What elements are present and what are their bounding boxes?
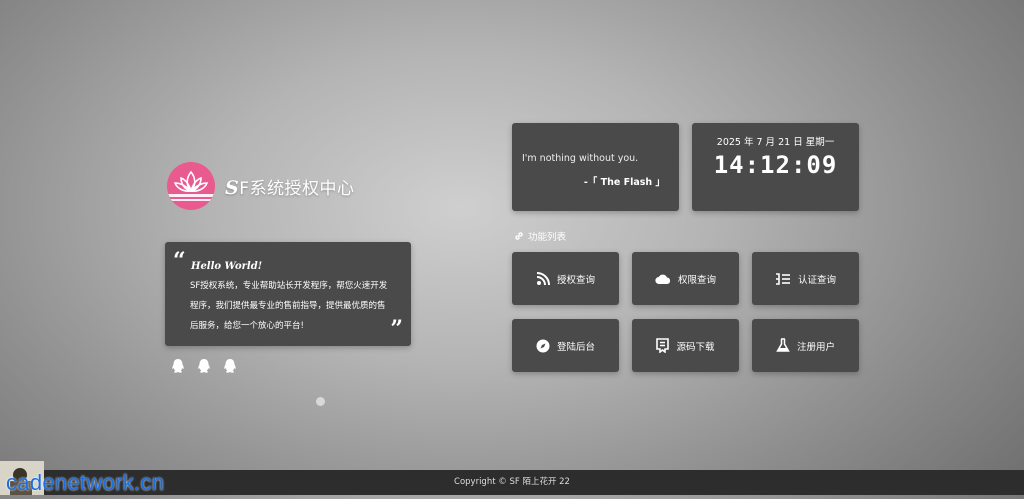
brand: SF系统授权中心 — [167, 162, 355, 210]
clock-card: 2025 年 7 月 21 日 星期一 14:12:09 — [692, 123, 859, 211]
title-prefix: S — [225, 176, 240, 199]
certification-query-button[interactable]: 认证查询 — [752, 252, 859, 305]
cloud-icon — [655, 274, 671, 284]
rss-icon — [536, 271, 550, 285]
motto-text: I'm nothing without you. — [522, 153, 639, 164]
section-title: 功能列表 — [514, 229, 566, 243]
title-rest: F系统授权中心 — [239, 178, 355, 199]
section-title-label: 功能列表 — [528, 232, 567, 243]
qq-icon[interactable] — [223, 358, 237, 374]
lotus-icon — [167, 162, 215, 210]
source-download-button[interactable]: 源码下载 — [632, 319, 739, 372]
admin-login-label: 登陆后台 — [556, 341, 595, 353]
list-icon — [775, 272, 790, 285]
open-quote-icon: “ — [173, 248, 186, 274]
social-links — [171, 358, 237, 374]
page-title: SF系统授权中心 — [225, 174, 355, 199]
permission-query-label: 权限查询 — [677, 274, 716, 286]
download-icon — [656, 338, 670, 353]
auth-query-button[interactable]: 授权查询 — [512, 252, 619, 305]
certification-query-label: 认证查询 — [797, 274, 836, 286]
motto-author: -「 The Flash 」 — [583, 177, 665, 188]
clock-date: 2025 年 7 月 21 日 星期一 — [716, 137, 835, 148]
hello-heading: Hello World! — [191, 261, 263, 272]
qq-icon[interactable] — [171, 358, 185, 374]
source-download-label: 源码下载 — [676, 341, 715, 353]
clock-time: 14:12:09 — [713, 151, 838, 179]
link-icon — [515, 232, 523, 240]
qq-icon[interactable] — [197, 358, 211, 374]
close-quote-icon: ” — [390, 316, 403, 342]
compass-icon — [536, 339, 550, 352]
auth-query-label: 授权查询 — [556, 274, 595, 286]
permission-query-button[interactable]: 权限查询 — [632, 252, 739, 305]
motto-card: I'm nothing without you. -「 The Flash 」 — [512, 123, 679, 211]
register-user-button[interactable]: 注册用户 — [752, 319, 859, 372]
flask-icon — [776, 338, 790, 352]
watermark-text: cadenetwork.cn — [6, 470, 165, 495]
admin-login-button[interactable]: 登陆后台 — [512, 319, 619, 372]
footer-copyright: Copyright © SF 陌上花开 22 — [454, 477, 570, 487]
register-user-label: 注册用户 — [796, 341, 835, 353]
intro-card: “ Hello World! SF授权系统，专业帮助站长开发程序，帮您火速开发程… — [165, 242, 411, 346]
pagination-dot[interactable] — [316, 397, 325, 406]
intro-description: SF授权系统，专业帮助站长开发程序，帮您火速开发程序，我们提供最专业的售前指导，… — [190, 281, 388, 331]
